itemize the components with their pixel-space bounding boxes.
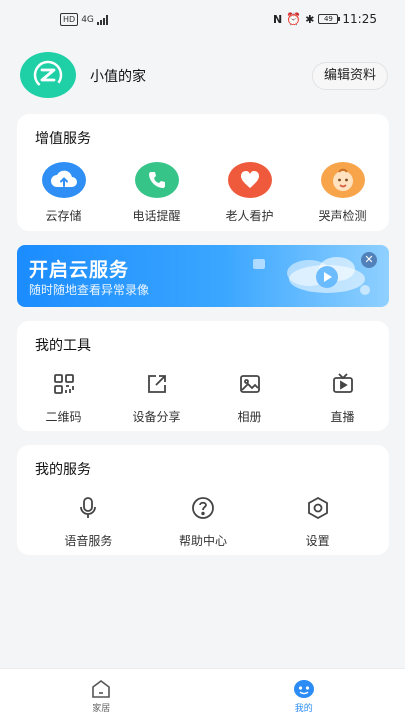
service-cloud-storage[interactable]: 云存储 xyxy=(17,162,110,224)
cloud-service-banner[interactable]: 开启云服务 随时随地查看异常录像 ✕ xyxy=(17,245,389,307)
status-right: N ⏰ ✱ 49 11:25 xyxy=(273,12,377,26)
tool-device-share[interactable]: 设备分享 xyxy=(110,369,203,425)
tab-label: 家居 xyxy=(92,704,111,714)
my-services-card: 我的服务 语音服务 帮助中心 设置 xyxy=(17,445,389,555)
status-bar: HD 4G N ⏰ ✱ 49 11:25 xyxy=(0,0,405,40)
heart-icon xyxy=(227,162,272,198)
hd-badge: HD xyxy=(60,13,79,26)
section-title: 我的服务 xyxy=(35,462,91,478)
signal-icon xyxy=(96,14,108,25)
tab-mine[interactable]: 我的 xyxy=(203,669,405,720)
banner-title: 开启云服务 xyxy=(29,259,130,281)
profile-name: 小值的家 xyxy=(90,69,146,85)
tool-qr-code[interactable]: 二维码 xyxy=(17,369,110,425)
home-icon xyxy=(92,680,111,698)
my-tools-grid: 二维码 设备分享 相册 直播 xyxy=(17,369,389,425)
service-label: 设置 xyxy=(305,534,330,548)
status-time: 11:25 xyxy=(342,12,377,26)
section-title: 我的工具 xyxy=(35,338,91,354)
tab-label: 我的 xyxy=(294,704,313,714)
value-services-grid: 云存储 电话提醒 老人看护 哭声检测 xyxy=(17,162,389,224)
bottom-tab-bar: 家居 我的 xyxy=(0,668,405,720)
my-tools-card: 我的工具 二维码 设备分享 相册 直播 xyxy=(17,321,389,431)
service-cry-detection[interactable]: 哭声检测 xyxy=(296,162,389,224)
tool-label: 二维码 xyxy=(45,410,82,424)
value-services-card: 增值服务 云存储 电话提醒 老人看护 哭声检测 xyxy=(17,114,389,231)
share-icon xyxy=(135,369,179,399)
service-phone-reminder[interactable]: 电话提醒 xyxy=(110,162,203,224)
help-icon xyxy=(181,493,225,523)
section-title: 增值服务 xyxy=(35,131,91,147)
service-settings[interactable]: 设置 xyxy=(260,493,375,549)
alarm-icon: ⏰ xyxy=(286,12,302,26)
service-voice[interactable]: 语音服务 xyxy=(31,493,146,549)
microphone-icon xyxy=(66,493,110,523)
edit-profile-button[interactable]: 编辑资料 xyxy=(311,62,388,90)
service-label: 语音服务 xyxy=(64,534,113,548)
profile-header: 小值的家 编辑资料 xyxy=(20,52,390,100)
service-label: 老人看护 xyxy=(225,209,274,223)
nfc-icon: N xyxy=(273,12,283,26)
battery-icon: 49 xyxy=(318,14,341,24)
settings-icon xyxy=(296,493,340,523)
tool-label: 设备分享 xyxy=(132,410,181,424)
service-label: 电话提醒 xyxy=(132,209,181,223)
qr-code-icon xyxy=(42,369,86,399)
mine-icon xyxy=(293,680,314,698)
tool-label: 直播 xyxy=(330,410,355,424)
phone-icon xyxy=(134,162,179,198)
cloud-upload-icon xyxy=(41,162,86,198)
service-elderly-care[interactable]: 老人看护 xyxy=(203,162,296,224)
service-label: 云存储 xyxy=(45,209,82,223)
service-label: 帮助中心 xyxy=(179,534,228,548)
avatar[interactable] xyxy=(20,52,76,98)
bluetooth-icon: ✱ xyxy=(305,12,315,26)
baby-face-icon xyxy=(320,162,365,198)
status-left: HD 4G xyxy=(60,13,108,26)
service-label: 哭声检测 xyxy=(318,209,367,223)
tool-label: 相册 xyxy=(237,410,262,424)
network-type: 4G xyxy=(81,14,94,25)
live-tv-icon xyxy=(321,369,365,399)
service-help-center[interactable]: 帮助中心 xyxy=(146,493,261,549)
tool-album[interactable]: 相册 xyxy=(203,369,296,425)
logo-z-icon xyxy=(33,60,63,90)
tab-home[interactable]: 家居 xyxy=(0,669,203,720)
close-icon[interactable]: ✕ xyxy=(361,252,377,268)
banner-subtitle: 随时随地查看异常录像 xyxy=(29,283,150,297)
album-icon xyxy=(228,369,272,399)
my-services-grid: 语音服务 帮助中心 设置 xyxy=(31,493,375,549)
tool-live[interactable]: 直播 xyxy=(296,369,389,425)
